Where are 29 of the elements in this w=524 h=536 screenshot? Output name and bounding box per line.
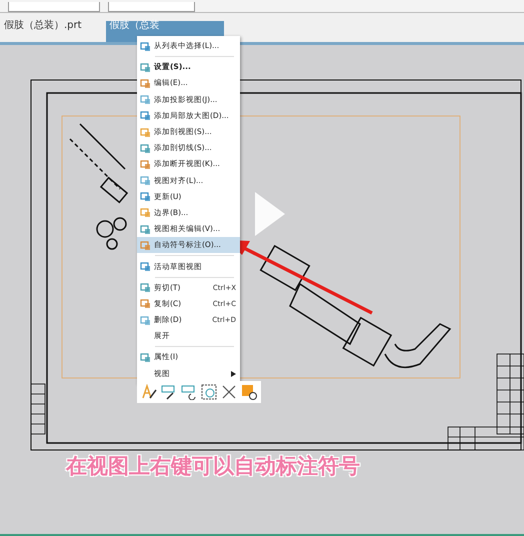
properties-icon[interactable] <box>241 384 257 400</box>
menu-item-icon <box>140 352 151 363</box>
view-boundary-icon[interactable] <box>201 384 217 400</box>
text-style-icon[interactable] <box>141 384 157 400</box>
menu-item-icon <box>140 282 151 294</box>
file-tab[interactable]: 假肢（总装）.prt <box>0 21 92 42</box>
menu-item-icon <box>140 62 151 73</box>
menu-item-icon <box>140 207 151 218</box>
menu-item-icon <box>140 142 151 154</box>
menu-item-icon <box>140 126 151 138</box>
submenu-arrow-icon <box>231 370 236 377</box>
menu-item-icon <box>140 261 151 272</box>
menu-item-icon <box>140 40 151 52</box>
menu-item-icon <box>140 175 151 186</box>
video-caption: 在视图上右键可以自动标注符号 <box>66 453 360 480</box>
menu-item-icon <box>140 158 151 170</box>
menu-item-icon <box>140 191 151 202</box>
menu-item-icon <box>140 110 151 122</box>
view-update-icon[interactable] <box>181 384 197 400</box>
menu-item-icon <box>140 94 151 106</box>
combo-field[interactable] <box>8 2 100 12</box>
menu-item-icon <box>140 298 151 310</box>
menu-item-icon <box>140 78 151 89</box>
combo-field[interactable] <box>108 2 195 12</box>
menu-item-icon <box>140 224 151 235</box>
menu-item-icon <box>140 240 151 251</box>
delete-icon[interactable] <box>221 384 237 400</box>
view-wrench-icon[interactable] <box>161 384 177 400</box>
menu-item-icon <box>140 314 151 326</box>
